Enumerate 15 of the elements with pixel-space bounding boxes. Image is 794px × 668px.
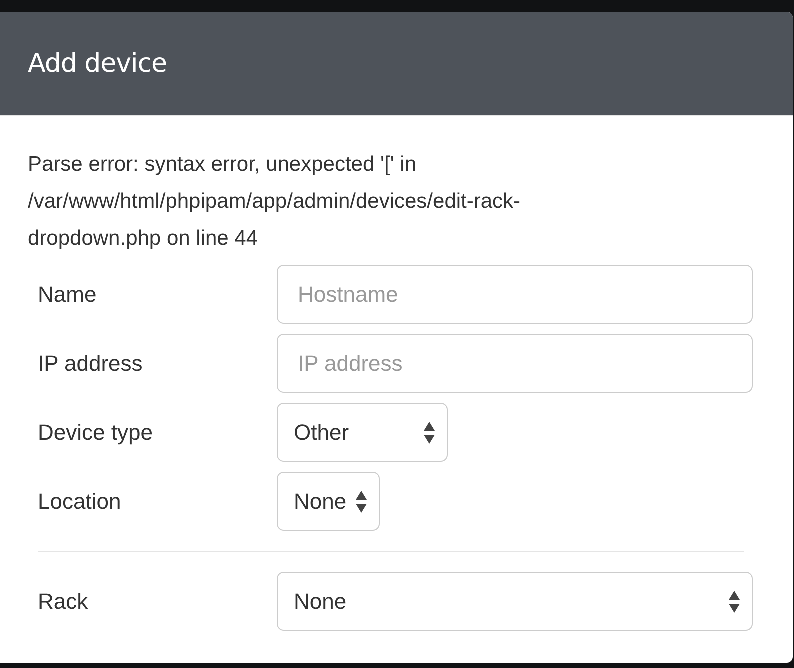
error-message: Parse error: syntax error, unexpected '[' in /var/www/html/phpipam/app/admin/devices/edit-rack-dropdown.php on line 44	[28, 152, 522, 252]
field-label: Device type	[38, 420, 154, 446]
field-label: Rack	[38, 588, 90, 614]
text-field[interactable]: IP address	[277, 334, 753, 393]
sort-arrows-icon	[356, 490, 367, 512]
sort-arrows-icon	[729, 590, 740, 612]
dialog-title: Add device	[28, 48, 168, 78]
sort-arrows-icon	[424, 422, 435, 444]
field-label: Location	[38, 488, 122, 514]
select-field[interactable]: None	[277, 472, 380, 531]
field-label: IP address	[38, 350, 144, 376]
field-label: Name	[38, 282, 98, 308]
select-field[interactable]: None	[277, 572, 753, 631]
text-field[interactable]: Hostname	[277, 265, 753, 324]
select-field[interactable]: Other	[277, 403, 448, 462]
